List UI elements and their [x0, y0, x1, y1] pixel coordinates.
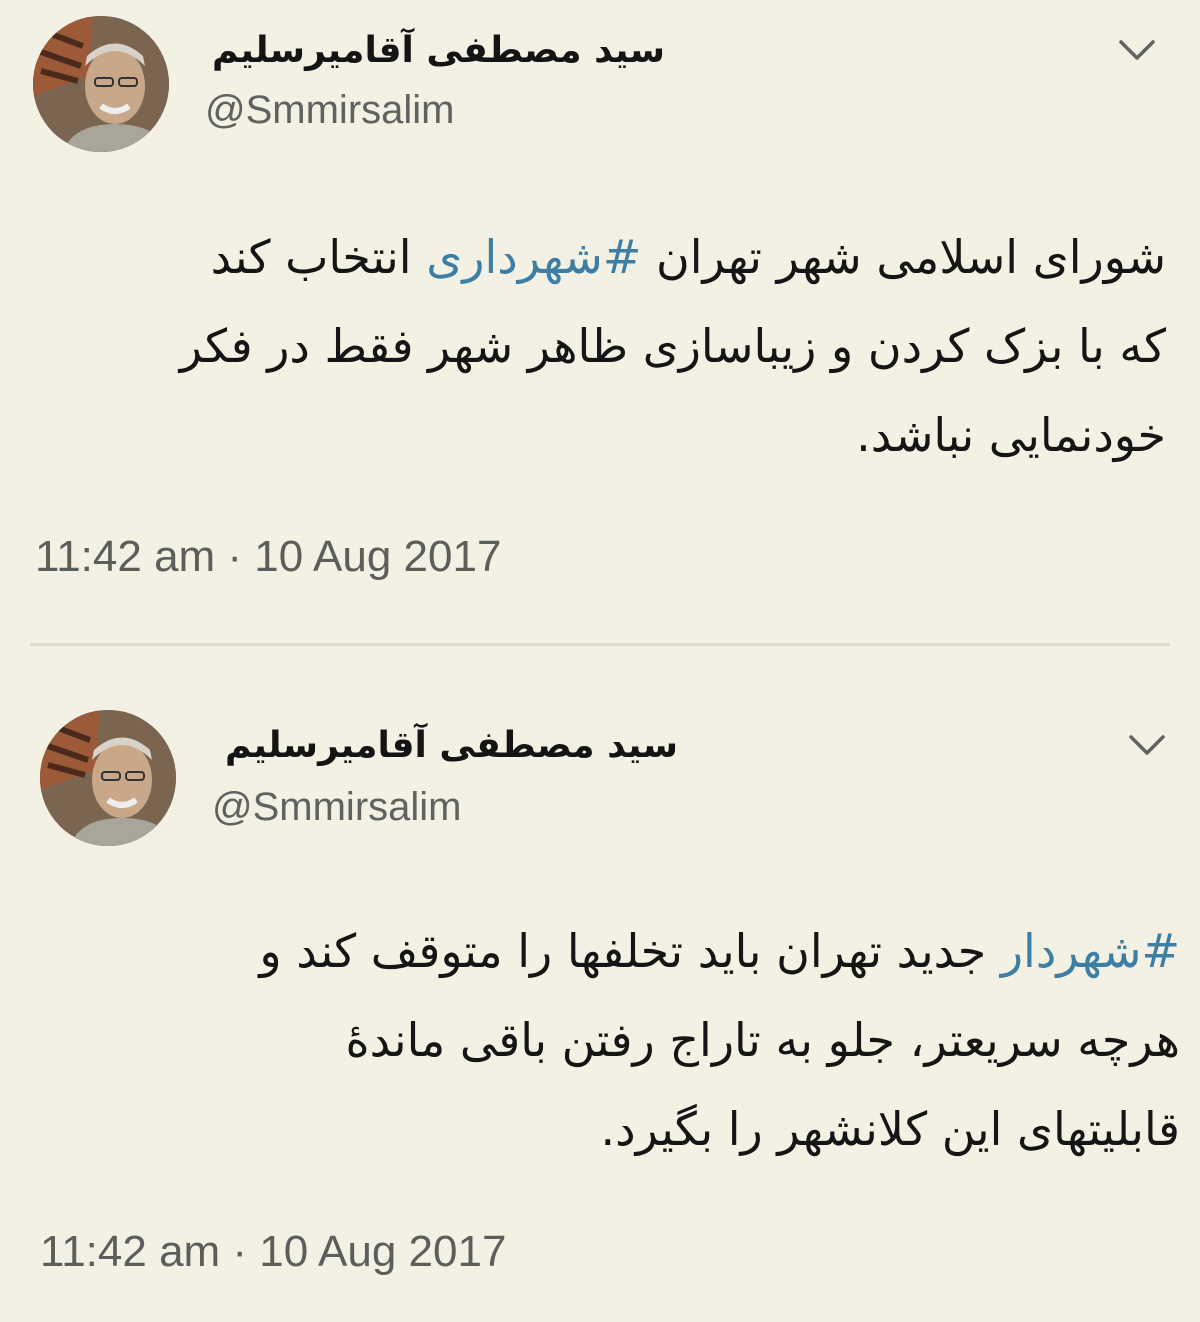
avatar[interactable]: [33, 16, 169, 152]
tweet-card[interactable]: سید مصطفی آقامیرسلیم @Smmirsalim #شهردار…: [0, 655, 1200, 1322]
chevron-down-icon[interactable]: [1127, 731, 1167, 761]
hashtag-link[interactable]: #شهردار: [1001, 924, 1180, 978]
hashtag-link[interactable]: #شهرداری: [426, 230, 641, 284]
tweet-text-line: که با بزک کردن و زیباسازی ظاهر شهر فقط د…: [179, 319, 1166, 373]
avatar-image: [40, 710, 176, 846]
tweet-divider: [30, 643, 1170, 646]
display-name[interactable]: سید مصطفی آقامیرسلیم: [212, 30, 665, 71]
text-segment: جدید تهران باید تخلفها را متوقف کند و: [259, 924, 1001, 978]
text-segment: شورای اسلامی شهر تهران: [641, 230, 1166, 284]
tweet-text-line: خودنمایی نباشد.: [856, 408, 1166, 462]
tweet-text-line: هرچه سریعتر، جلو به تاراج رفتن باقی ماند…: [345, 1013, 1180, 1067]
text-segment: انتخاب کند: [210, 230, 427, 284]
tweet-text-line: #شهردار جدید تهران باید تخلفها را متوقف …: [40, 907, 1180, 996]
tweet-text: #شهردار جدید تهران باید تخلفها را متوقف …: [40, 907, 1180, 1174]
tweet-text: شورای اسلامی شهر تهران #شهرداری انتخاب ک…: [36, 213, 1166, 480]
user-handle[interactable]: @Smmirsalim: [205, 88, 454, 133]
tweet-timestamp[interactable]: 11:42 am · 10 Aug 2017: [40, 1227, 506, 1277]
tweet-text-line: شورای اسلامی شهر تهران #شهرداری انتخاب ک…: [36, 213, 1166, 302]
tweet-text-line: قابلیتهای این کلانشهر را بگیرد.: [600, 1102, 1180, 1156]
tweet-timestamp[interactable]: 11:42 am · 10 Aug 2017: [35, 532, 501, 582]
avatar-image: [33, 16, 169, 152]
display-name[interactable]: سید مصطفی آقامیرسلیم: [225, 725, 678, 766]
avatar[interactable]: [40, 710, 176, 846]
user-handle[interactable]: @Smmirsalim: [212, 785, 461, 830]
chevron-down-icon[interactable]: [1117, 36, 1157, 66]
tweet-card[interactable]: سید مصطفی آقامیرسلیم @Smmirsalim شورای ا…: [0, 0, 1200, 640]
